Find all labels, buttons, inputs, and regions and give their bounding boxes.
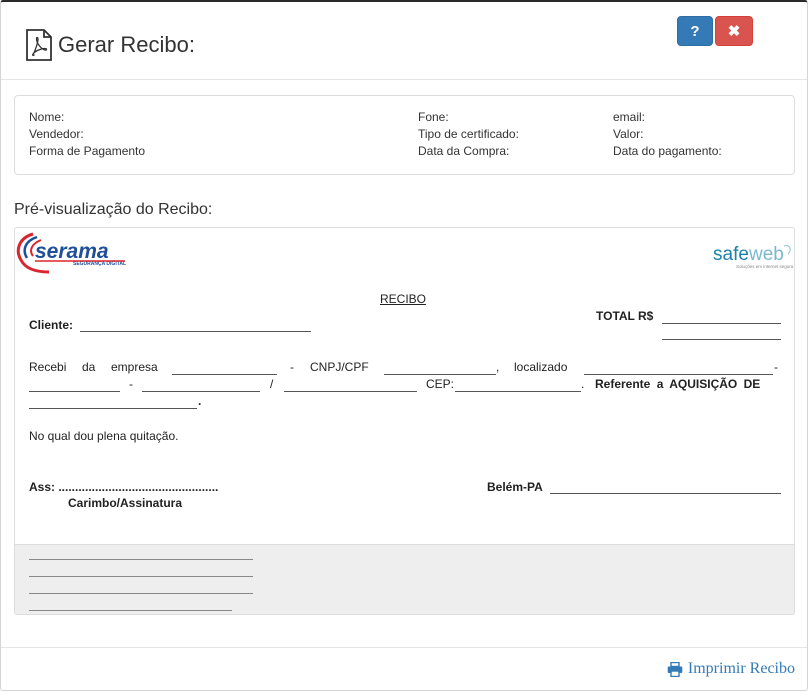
print-receipt-label: Imprimir Recibo [687, 660, 795, 677]
empresa-line [172, 374, 277, 375]
belem-line [550, 493, 781, 494]
cep-label: CEP: [426, 377, 455, 391]
customer-info-panel: Nome: Vendedor: Forma de Pagamento Fone:… [14, 95, 795, 175]
help-button[interactable]: ? [677, 16, 713, 46]
address-line-1 [29, 391, 120, 392]
receipt-modal: Gerar Recibo: ? ✖ Nome: Vendedor: Forma … [0, 0, 808, 691]
address-line-3 [284, 391, 417, 392]
preview-label: Pré-visualização do Recibo: [14, 201, 213, 218]
svg-text:serama: serama [35, 240, 109, 263]
svg-text:web: web [748, 244, 784, 265]
cliente-line [80, 331, 311, 332]
print-receipt-link[interactable]: Imprimir Recibo [667, 660, 795, 678]
footer-line-3 [29, 593, 253, 594]
info-column-left: Nome: Vendedor: Forma de Pagamento [29, 109, 145, 160]
svg-text:Soluções em internet segura: Soluções em internet segura [736, 264, 794, 269]
printer-icon [667, 661, 683, 677]
pdf-file-icon [26, 29, 52, 61]
receipt-title: RECIBO [380, 292, 427, 306]
cnpj-label: CNPJ/CPF [310, 360, 369, 374]
modal-footer: Imprimir Recibo [1, 647, 807, 691]
referente-text: Referente a AQUISIÇÃO DE [595, 377, 761, 391]
comma: , [496, 360, 500, 374]
data-pagamento-label: Data do pagamento: [613, 144, 722, 158]
carimbo-label: Carimbo/Assinatura [68, 496, 183, 510]
slash: / [270, 377, 274, 391]
total-line-1 [662, 323, 781, 324]
serama-logo: serama SEGURANÇA DIGITAL [16, 232, 126, 274]
total-line-2 [662, 339, 781, 340]
receipt-preview: serama SEGURANÇA DIGITAL safe web Soluçõ… [14, 227, 795, 615]
cnpj-line [384, 374, 496, 375]
receipt-footer [15, 544, 794, 614]
cep-line [455, 391, 581, 392]
data-compra-label: Data da Compra: [418, 144, 510, 158]
dot-1: . [581, 377, 585, 391]
modal-header: Gerar Recibo: ? ✖ [1, 2, 807, 80]
dot-2: . [198, 394, 202, 408]
dash-3: - [129, 377, 133, 391]
footer-line-4 [29, 610, 232, 611]
valor-label: Valor: [613, 127, 644, 141]
tipo-certificado-label: Tipo de certificado: [418, 127, 519, 141]
address-line-2 [142, 391, 260, 392]
safeweb-logo: safe web Soluções em internet segura [713, 244, 794, 269]
dash-1: - [290, 360, 294, 374]
vendedor-label: Vendedor: [29, 127, 84, 141]
info-column-middle: Fone: Tipo de certificado: Data da Compr… [418, 109, 519, 160]
recebi-word: Recebi [29, 360, 67, 374]
assinatura-line: Ass: ...................................… [29, 480, 219, 494]
empresa-word: empresa [111, 360, 158, 374]
nome-label: Nome: [29, 110, 65, 124]
modal-title: Gerar Recibo: [58, 32, 195, 57]
aquisicao-line [29, 408, 197, 409]
svg-text:safe: safe [713, 244, 749, 265]
localizado-word: localizado [514, 360, 568, 374]
info-column-right: email: Valor: Data do pagamento: [613, 109, 722, 160]
forma-pagamento-label: Forma de Pagamento [29, 144, 146, 158]
close-button[interactable]: ✖ [715, 16, 753, 46]
localizado-line [584, 374, 773, 375]
email-label: email: [613, 110, 646, 124]
belem-label: Belém-PA [487, 480, 543, 494]
dash-2: - [774, 360, 778, 374]
cliente-label: Cliente: [29, 318, 74, 332]
fone-label: Fone: [418, 110, 449, 124]
svg-text:SEGURANÇA DIGITAL: SEGURANÇA DIGITAL [73, 261, 126, 267]
quitacao-text: No qual dou plena quitação. [29, 429, 179, 443]
footer-line-1 [29, 559, 253, 560]
da-word: da [82, 360, 96, 374]
total-label: TOTAL R$ [596, 309, 654, 323]
footer-line-2 [29, 576, 253, 577]
